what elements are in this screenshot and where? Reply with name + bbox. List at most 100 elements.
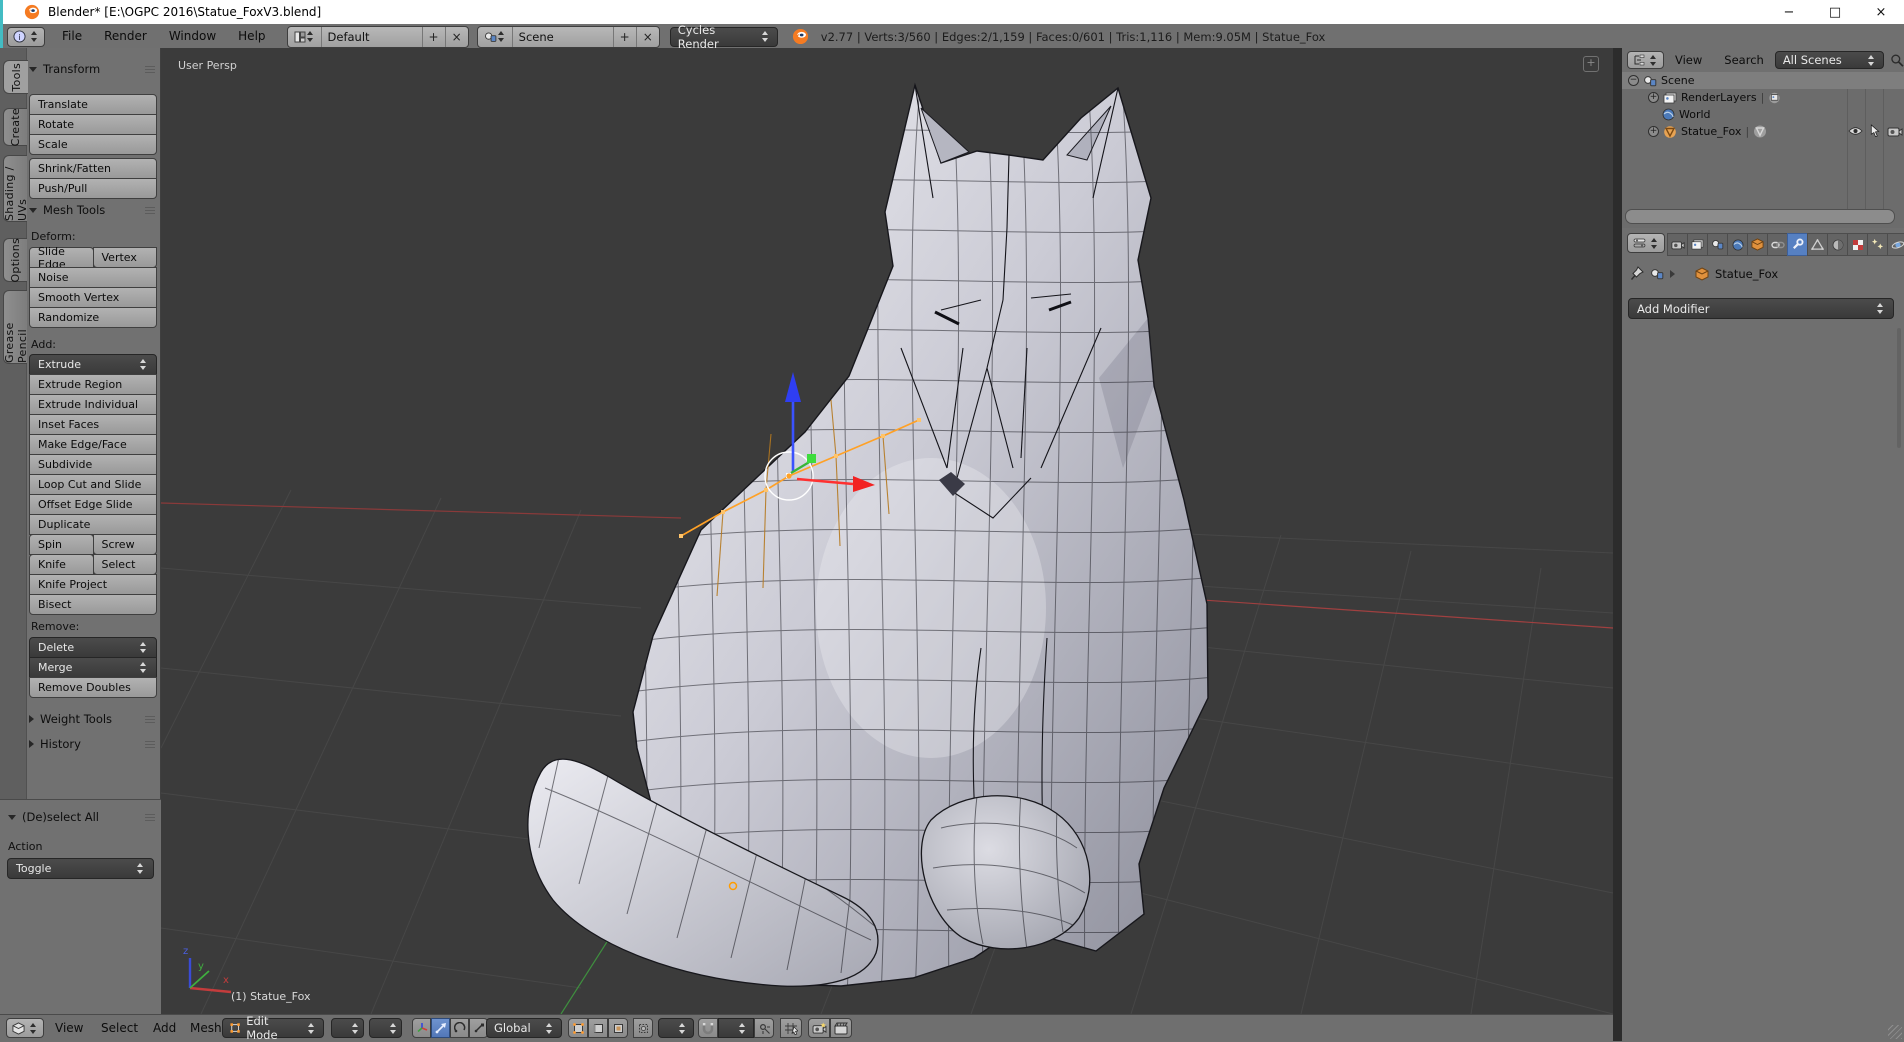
shrink-fatten-button[interactable]: Shrink/Fatten bbox=[29, 158, 157, 179]
tab-render[interactable] bbox=[1667, 233, 1688, 256]
push-pull-button[interactable]: Push/Pull bbox=[29, 178, 157, 199]
rotate-manipulator-button[interactable] bbox=[450, 1018, 469, 1038]
offset-edge-slide-button[interactable]: Offset Edge Slide bbox=[29, 494, 157, 515]
fox-mesh[interactable] bbox=[528, 85, 1241, 998]
outliner-row-world[interactable]: World bbox=[1622, 106, 1904, 123]
cursor-select-icon[interactable] bbox=[1870, 124, 1880, 137]
vertex-slide-button[interactable]: Vertex bbox=[93, 247, 158, 268]
collapse-icon[interactable]: − bbox=[1628, 75, 1639, 86]
spin-button[interactable]: Spin bbox=[29, 534, 94, 555]
window-resize-grip[interactable] bbox=[1888, 1025, 1902, 1039]
limit-to-visible-button[interactable] bbox=[633, 1018, 653, 1038]
cursor-to-grid-button[interactable] bbox=[780, 1018, 802, 1038]
close-button[interactable]: × bbox=[1858, 0, 1904, 24]
panel-header-mesh-tools[interactable]: Mesh Tools bbox=[29, 202, 155, 218]
remove-doubles-button[interactable]: Remove Doubles bbox=[29, 677, 157, 698]
merge-dropdown[interactable]: Merge bbox=[29, 657, 157, 678]
face-select-button[interactable] bbox=[608, 1018, 628, 1038]
tab-modifiers[interactable] bbox=[1787, 233, 1808, 256]
scene-icon-button[interactable] bbox=[478, 27, 512, 47]
panel-header-deselect-all[interactable]: (De)select All bbox=[8, 809, 155, 825]
expand-icon[interactable]: + bbox=[1648, 126, 1659, 137]
edge-select-button[interactable] bbox=[588, 1018, 608, 1038]
subdivide-button[interactable]: Subdivide bbox=[29, 454, 157, 475]
vertex-select-button[interactable] bbox=[568, 1018, 588, 1038]
tab-constraints[interactable] bbox=[1767, 233, 1788, 256]
knife-select-button[interactable]: Select bbox=[93, 554, 158, 575]
manipulator-toggle-button[interactable] bbox=[412, 1018, 431, 1038]
tab-material[interactable] bbox=[1827, 233, 1848, 256]
opengl-render-anim-button[interactable] bbox=[830, 1018, 852, 1038]
extrude-dropdown[interactable]: Extrude bbox=[29, 354, 157, 375]
render-restrict-icon[interactable] bbox=[1887, 125, 1903, 137]
outliner-scrollbar[interactable] bbox=[1625, 209, 1895, 224]
inset-faces-button[interactable]: Inset Faces bbox=[29, 414, 157, 435]
tab-texture[interactable] bbox=[1847, 233, 1868, 256]
screw-button[interactable]: Screw bbox=[93, 534, 158, 555]
snap-toggle-button[interactable] bbox=[698, 1018, 718, 1038]
bisect-button[interactable]: Bisect bbox=[29, 594, 157, 615]
translate-button[interactable]: Translate bbox=[29, 94, 157, 115]
add-layout-button[interactable]: + bbox=[422, 27, 445, 47]
smooth-vertex-button[interactable]: Smooth Vertex bbox=[29, 287, 157, 308]
panel-header-history[interactable]: History bbox=[29, 736, 155, 752]
viewport-shading-selector[interactable] bbox=[331, 1018, 364, 1038]
pivot-center-selector[interactable] bbox=[369, 1018, 402, 1038]
screen-layout-name[interactable]: Default bbox=[321, 27, 422, 47]
tab-tools[interactable]: Tools bbox=[3, 60, 28, 94]
outliner-row-scene[interactable]: − Scene bbox=[1622, 72, 1904, 89]
tab-grease-pencil[interactable]: Grease Pencil bbox=[3, 290, 27, 364]
screen-layout-icon-button[interactable] bbox=[288, 27, 321, 47]
viewport-menu-select[interactable]: Select bbox=[90, 1015, 149, 1041]
translate-manipulator-button[interactable] bbox=[431, 1018, 450, 1038]
mode-selector[interactable]: Edit Mode bbox=[222, 1018, 324, 1038]
tab-options[interactable]: Options bbox=[3, 238, 27, 282]
rotate-button[interactable]: Rotate bbox=[29, 114, 157, 135]
scene-selector[interactable]: Scene + × bbox=[477, 26, 660, 48]
add-modifier-dropdown[interactable]: Add Modifier bbox=[1628, 298, 1894, 319]
tab-world[interactable] bbox=[1727, 233, 1748, 256]
minimize-button[interactable]: − bbox=[1766, 0, 1812, 24]
extrude-region-button[interactable]: Extrude Region bbox=[29, 374, 157, 395]
outliner-editor-type-button[interactable] bbox=[1627, 51, 1664, 69]
outliner-row-renderlayers[interactable]: + RenderLayers | bbox=[1622, 89, 1904, 106]
viewport-editor-type-button[interactable] bbox=[6, 1018, 44, 1038]
close-layout-button[interactable]: × bbox=[445, 27, 468, 47]
panel-header-transform[interactable]: Transform bbox=[29, 61, 155, 77]
make-edge-face-button[interactable]: Make Edge/Face bbox=[29, 434, 157, 455]
close-scene-button[interactable]: × bbox=[636, 27, 659, 47]
action-toggle-dropdown[interactable]: Toggle bbox=[7, 858, 154, 879]
menu-render[interactable]: Render bbox=[93, 24, 158, 49]
opengl-render-image-button[interactable] bbox=[808, 1018, 830, 1038]
tab-scene[interactable] bbox=[1707, 233, 1728, 256]
tab-create[interactable]: Create bbox=[3, 108, 27, 146]
panel-grip-icon[interactable] bbox=[145, 66, 155, 73]
extrude-individual-button[interactable]: Extrude Individual bbox=[29, 394, 157, 415]
editor-divider[interactable] bbox=[1613, 48, 1622, 1041]
menu-window[interactable]: Window bbox=[158, 24, 227, 49]
transform-orientation-selector[interactable]: Global bbox=[486, 1018, 562, 1038]
pin-icon[interactable] bbox=[1630, 266, 1644, 281]
tab-shading-uvs[interactable]: Shading / UVs bbox=[3, 155, 27, 222]
menu-help[interactable]: Help bbox=[227, 24, 276, 49]
randomize-button[interactable]: Randomize bbox=[29, 307, 157, 328]
maximize-button[interactable]: □ bbox=[1812, 0, 1858, 24]
outliner-menu-search[interactable]: Search bbox=[1713, 48, 1775, 72]
scale-button[interactable]: Scale bbox=[29, 134, 157, 155]
outliner-menu-view[interactable]: View bbox=[1664, 48, 1713, 72]
object-breadcrumb-icon[interactable] bbox=[1695, 267, 1709, 281]
proportional-edit-selector[interactable] bbox=[658, 1018, 694, 1038]
panel-grip-icon[interactable] bbox=[145, 741, 155, 748]
eye-icon[interactable] bbox=[1848, 126, 1863, 136]
tab-physics[interactable] bbox=[1887, 233, 1904, 256]
tab-object-data[interactable] bbox=[1807, 233, 1828, 256]
breadcrumb-object-name[interactable]: Statue_Fox bbox=[1715, 267, 1778, 281]
add-scene-button[interactable]: + bbox=[613, 27, 636, 47]
slide-edge-button[interactable]: Slide Edge bbox=[29, 247, 94, 268]
screen-layout-selector[interactable]: Default + × bbox=[287, 26, 469, 48]
tab-object[interactable] bbox=[1747, 233, 1768, 256]
tab-particles[interactable] bbox=[1867, 233, 1888, 256]
loop-cut-slide-button[interactable]: Loop Cut and Slide bbox=[29, 474, 157, 495]
delete-dropdown[interactable]: Delete bbox=[29, 637, 157, 658]
render-engine-selector[interactable]: Cycles Render bbox=[670, 27, 778, 47]
